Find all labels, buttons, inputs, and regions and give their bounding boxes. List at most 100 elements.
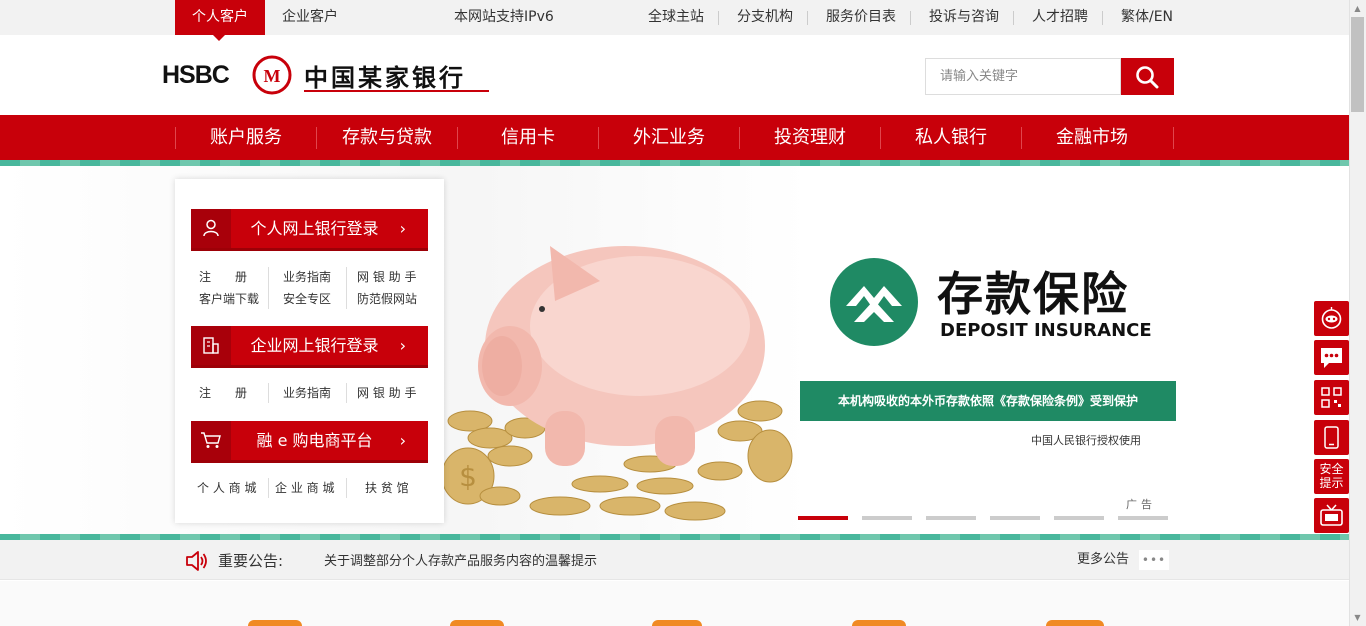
link-register[interactable]: 注 册	[199, 383, 247, 403]
building-icon	[203, 337, 219, 354]
mobile-app-button[interactable]	[1314, 420, 1349, 455]
link-branches[interactable]: 分支机构	[737, 0, 793, 35]
security-tips-button[interactable]: 安全 提示	[1314, 459, 1349, 494]
logo-chinese-name: 中国某家银行	[304, 64, 466, 92]
link-price-list[interactable]: 服务价目表	[826, 0, 896, 35]
slide-dot-3[interactable]	[926, 516, 976, 520]
svg-text:M: M	[264, 66, 281, 86]
more-announcements-button[interactable]: •••	[1139, 550, 1169, 570]
speaker-icon	[186, 551, 207, 571]
login-panel: 个人网上银行登录 › 注 册 业务指南 网 银 助 手 客户端下载 安全专区 防…	[175, 179, 444, 523]
nav-account-services[interactable]: 账户服务	[176, 115, 316, 160]
announcement-label: 重要公告:	[218, 552, 284, 570]
link-personal-mall[interactable]: 个 人 商 城	[197, 478, 256, 498]
robot-icon	[1321, 307, 1342, 329]
announcement-bar: 重要公告: 关于调整部分个人存款产品服务内容的温馨提示 更多公告 •••	[0, 540, 1349, 580]
divider	[268, 478, 269, 498]
more-announcements-link[interactable]: 更多公告	[1077, 540, 1129, 580]
robot-assistant-button[interactable]	[1314, 301, 1349, 336]
service-icon-partial[interactable]	[450, 620, 504, 626]
link-poverty-alleviation[interactable]: 扶 贫 馆	[365, 478, 409, 498]
scroll-up-arrow-icon[interactable]: ▲	[1349, 0, 1366, 17]
e-commerce-platform-button[interactable]: 融 e 购电商平台 ›	[191, 421, 428, 463]
nav-deposits-loans[interactable]: 存款与贷款	[317, 115, 457, 160]
top-bar: 个人客户 企业客户 本网站支持IPv6 全球主站 分支机构 服务价目表 投诉与咨…	[0, 0, 1349, 41]
announcement-link[interactable]: 关于调整部分个人存款产品服务内容的温馨提示	[324, 540, 597, 584]
nav-forex[interactable]: 外汇业务	[599, 115, 739, 160]
chat-icon	[1321, 348, 1342, 368]
divider	[910, 11, 911, 25]
link-language[interactable]: 繁体/EN	[1121, 0, 1173, 35]
slide-dot-5[interactable]	[1054, 516, 1104, 520]
qr-code-button[interactable]	[1314, 380, 1349, 415]
slide-dot-4[interactable]	[990, 516, 1040, 520]
service-icon-partial[interactable]	[852, 620, 906, 626]
mall-sublinks: 个 人 商 城 企 业 商 城 扶 贫 馆	[191, 478, 428, 500]
user-icon-wrap	[191, 209, 231, 248]
shopping-cart-icon	[201, 432, 221, 448]
link-careers[interactable]: 人才招聘	[1032, 0, 1088, 35]
slide-dot-6[interactable]	[1118, 516, 1168, 520]
bank-logo[interactable]: HSBC M 中国某家银行	[162, 55, 492, 97]
scroll-down-arrow-icon[interactable]: ▼	[1349, 609, 1366, 626]
corporate-online-banking-login-button[interactable]: 企业网上银行登录 ›	[191, 326, 428, 368]
banner-title: 存款保险	[937, 267, 1129, 321]
main-nav: 账户服务 存款与贷款 信用卡 外汇业务 投资理财 私人银行 金融市场	[0, 115, 1349, 160]
svg-text:$: $	[459, 460, 477, 493]
link-register[interactable]: 注 册	[199, 267, 247, 287]
tab-corporate-customer[interactable]: 企业客户	[265, 0, 355, 35]
video-button[interactable]	[1314, 498, 1349, 533]
tv-icon	[1320, 504, 1343, 526]
search-button[interactable]	[1121, 58, 1174, 95]
link-banking-assistant[interactable]: 网 银 助 手	[357, 267, 416, 287]
piggy-bank-illustration: $	[441, 246, 793, 521]
corporate-sublinks: 注 册 业务指南 网 银 助 手	[191, 383, 428, 405]
link-complaints[interactable]: 投诉与咨询	[929, 0, 999, 35]
banner-authorization: 中国人民银行授权使用	[1031, 434, 1141, 447]
nav-divider	[1173, 127, 1174, 149]
personal-login-label: 个人网上银行登录	[250, 219, 379, 238]
service-icon-partial[interactable]	[248, 620, 302, 626]
link-security-zone[interactable]: 安全专区	[283, 289, 331, 309]
divider	[346, 383, 347, 403]
mobile-phone-icon	[1324, 426, 1339, 449]
link-business-guide[interactable]: 业务指南	[283, 267, 331, 287]
service-icon-partial[interactable]	[1046, 620, 1104, 626]
link-anti-phishing[interactable]: 防范假网站	[357, 289, 417, 309]
nav-credit-card[interactable]: 信用卡	[458, 115, 598, 160]
search-input[interactable]: 请输入关键字	[925, 58, 1121, 95]
search-icon	[1136, 66, 1159, 89]
link-business-guide[interactable]: 业务指南	[283, 383, 331, 403]
deposit-insurance-logo-icon	[830, 258, 918, 346]
personal-sublinks: 注 册 业务指南 网 银 助 手 客户端下载 安全专区 防范假网站	[191, 267, 428, 311]
nav-financial-markets[interactable]: 金融市场	[1022, 115, 1162, 160]
personal-online-banking-login-button[interactable]: 个人网上银行登录 ›	[191, 209, 428, 251]
logo-underline	[304, 90, 489, 92]
divider	[718, 11, 719, 25]
service-icon-partial[interactable]	[652, 620, 702, 626]
nav-investment[interactable]: 投资理财	[740, 115, 880, 160]
scrollbar-thumb[interactable]	[1351, 17, 1364, 112]
chevron-right-icon: ›	[399, 431, 406, 450]
security-tips-line2: 提示	[1319, 476, 1344, 490]
chat-button[interactable]	[1314, 340, 1349, 375]
slide-dot-1[interactable]	[798, 516, 848, 520]
link-banking-assistant[interactable]: 网 银 助 手	[357, 383, 416, 403]
divider	[807, 11, 808, 25]
user-icon	[203, 219, 219, 237]
divider	[268, 267, 269, 309]
qr-code-icon	[1321, 387, 1342, 408]
corporate-login-label: 企业网上银行登录	[250, 336, 379, 355]
logo-text: HSBC	[162, 61, 230, 89]
slide-dot-2[interactable]	[862, 516, 912, 520]
ad-label: 广告	[1126, 498, 1156, 511]
link-client-download[interactable]: 客户端下载	[199, 289, 259, 309]
tab-personal-customer[interactable]: 个人客户	[175, 0, 265, 41]
nav-private-banking[interactable]: 私人银行	[881, 115, 1021, 160]
divider	[346, 267, 347, 309]
link-corporate-mall[interactable]: 企 业 商 城	[275, 478, 334, 498]
link-global-site[interactable]: 全球主站	[648, 0, 704, 35]
building-icon-wrap	[191, 326, 231, 365]
divider	[1102, 11, 1103, 25]
security-tips-line1: 安全	[1319, 462, 1344, 476]
